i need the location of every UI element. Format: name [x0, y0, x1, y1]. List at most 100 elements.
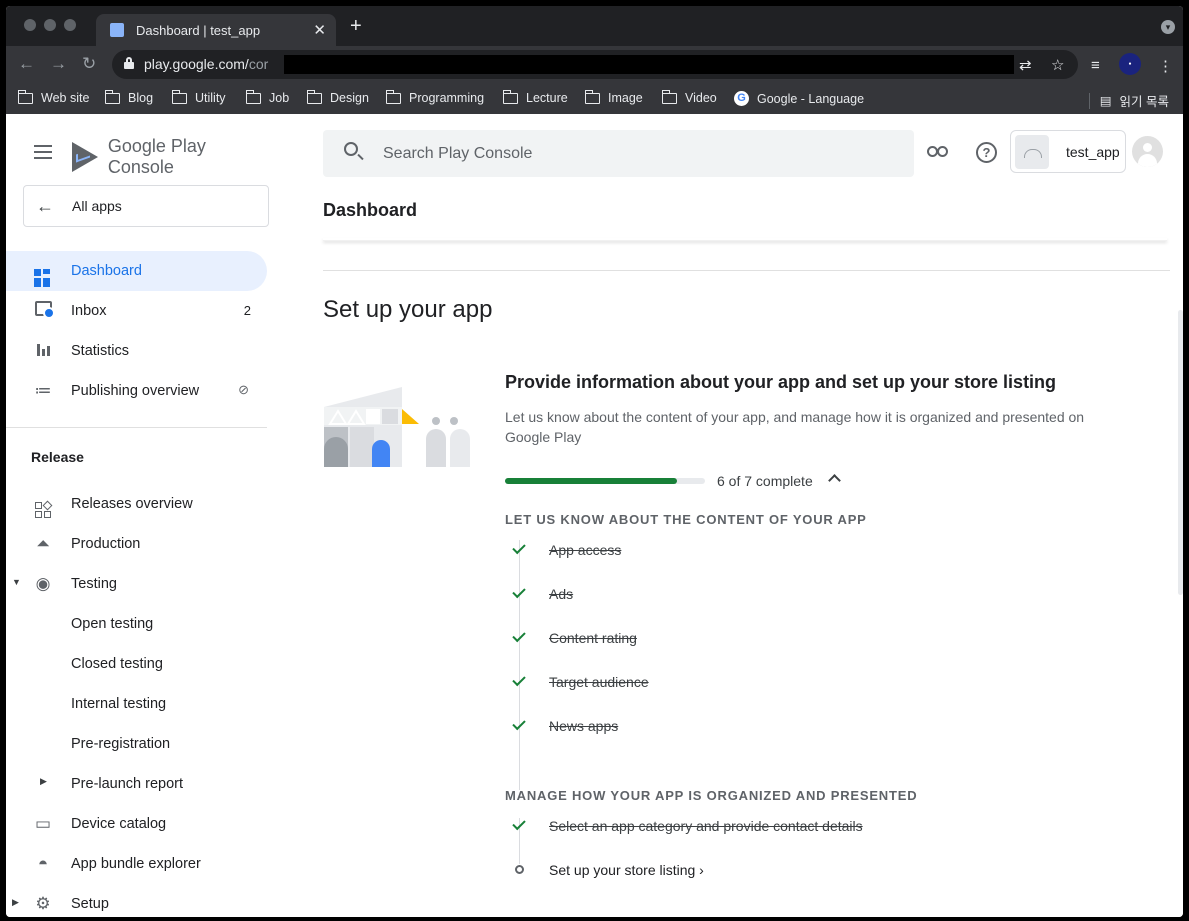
- bookmark-folder[interactable]: Blog: [104, 89, 153, 105]
- google-play-console-logo[interactable]: Google Play Console: [72, 136, 276, 178]
- page-title: Dashboard: [323, 200, 418, 220]
- browser-tab[interactable]: Dashboard | test_app ✕: [96, 14, 336, 46]
- media-control-icon[interactable]: ≡: [1091, 57, 1100, 74]
- folder-icon: [385, 89, 401, 104]
- reload-icon[interactable]: ↻: [82, 54, 96, 74]
- bookmark-folder[interactable]: Lecture: [502, 89, 568, 105]
- back-arrow-icon: ←: [36, 195, 54, 216]
- browser-toolbar: ← → ↻ play.google.com/cor ⇄ ☆ ≡ ● ⋮: [6, 46, 1183, 84]
- link-icon[interactable]: [927, 146, 948, 157]
- sidebar-item-internal-testing[interactable]: Internal testing: [6, 684, 267, 724]
- bookmark-folder[interactable]: Programming: [385, 89, 484, 105]
- bar-chart-icon: [32, 341, 54, 363]
- play-console-page: Google Play Console ← All apps Dashboard…: [6, 114, 1183, 917]
- section-divider: [323, 270, 1170, 271]
- bookmarks-bar: Web site Blog Utility Job Design Program…: [6, 84, 1183, 114]
- new-tab-button[interactable]: +: [350, 15, 362, 38]
- checkmark-icon: [512, 540, 526, 555]
- page-scrollbar[interactable]: [1178, 310, 1183, 595]
- sidebar-item-publishing-overview[interactable]: ≔ Publishing overview ⊘: [6, 371, 267, 411]
- bookmark-folder[interactable]: Design: [306, 89, 369, 105]
- content-group-heading: LET US KNOW ABOUT THE CONTENT OF YOUR AP…: [505, 512, 867, 527]
- folder-icon: [17, 89, 33, 104]
- expand-down-icon[interactable]: ▼: [12, 577, 21, 587]
- back-arrow-icon[interactable]: ←: [18, 54, 35, 74]
- hamburger-menu-icon[interactable]: [34, 145, 52, 159]
- forward-arrow-icon[interactable]: →: [50, 54, 67, 74]
- tab-close-icon[interactable]: ✕: [313, 21, 326, 39]
- sidebar-divider: [6, 427, 267, 428]
- task-timeline-line: [519, 540, 520, 790]
- task-content-rating[interactable]: Content rating: [549, 630, 637, 646]
- sidebar-item-pre-registration[interactable]: Pre-registration: [6, 724, 267, 764]
- sidebar: Google Play Console ← All apps Dashboard…: [6, 114, 276, 917]
- app-bundle-icon: ◓: [37, 854, 49, 873]
- window-close-dot[interactable]: [24, 19, 36, 31]
- expand-right-icon[interactable]: ▶: [12, 897, 19, 908]
- app-switcher-chip[interactable]: test_app: [1010, 130, 1126, 173]
- tab-search-icon[interactable]: ▾: [1161, 20, 1175, 34]
- dashboard-icon: [32, 261, 54, 287]
- managed-publishing-off-icon: ⊘: [238, 382, 249, 397]
- releases-overview-icon: [32, 494, 54, 518]
- release-heading: Release: [31, 449, 84, 465]
- search-icon: [344, 142, 358, 156]
- checkmark-icon: [512, 628, 526, 643]
- bookmark-folder[interactable]: Video: [661, 89, 717, 105]
- play-console-logo-icon: [72, 142, 98, 172]
- folder-icon: [502, 89, 518, 104]
- bookmark-folder[interactable]: Utility: [171, 89, 226, 105]
- header-shadow: [323, 238, 1167, 241]
- browser-menu-icon[interactable]: ⋮: [1158, 57, 1173, 75]
- sidebar-item-setup[interactable]: ▶ ⚙ Setup: [6, 884, 267, 917]
- task-app-access[interactable]: App access: [549, 542, 621, 558]
- url-redaction: [284, 55, 1014, 74]
- folder-icon: [171, 89, 187, 104]
- production-icon: ⏶: [36, 534, 50, 553]
- task-ads[interactable]: Ads: [549, 586, 573, 602]
- search-bar[interactable]: [323, 130, 914, 177]
- sidebar-item-pre-launch-report[interactable]: ▶ Pre-launch report: [6, 764, 267, 804]
- bookmark-google[interactable]: G Google - Language: [734, 91, 864, 106]
- sidebar-item-inbox[interactable]: Inbox 2: [6, 291, 267, 331]
- sidebar-item-open-testing[interactable]: Open testing: [6, 604, 267, 644]
- sidebar-item-device-catalog[interactable]: ▭ Device catalog: [6, 804, 267, 844]
- setup-card-title: Provide information about your app and s…: [505, 372, 1057, 392]
- translate-icon[interactable]: ⇄: [1019, 56, 1032, 74]
- bookmark-folder[interactable]: Image: [584, 89, 643, 105]
- sidebar-item-statistics[interactable]: Statistics: [6, 331, 267, 371]
- sidebar-item-testing[interactable]: ▼ ◉ Testing: [6, 564, 267, 604]
- search-input[interactable]: [383, 142, 883, 166]
- reading-list[interactable]: ▤ 읽기 목록: [1088, 91, 1169, 110]
- expand-right-icon[interactable]: ▶: [40, 776, 47, 787]
- setup-progress-bar: [505, 478, 705, 484]
- profile-avatar[interactable]: ●: [1119, 53, 1141, 75]
- sidebar-item-production[interactable]: ⏶ Production: [6, 524, 267, 564]
- bookmark-star-icon[interactable]: ☆: [1051, 56, 1064, 74]
- folder-icon: [584, 89, 600, 104]
- window-zoom-dot[interactable]: [64, 19, 76, 31]
- tab-bar: Dashboard | test_app ✕ + ▾: [6, 6, 1183, 46]
- task-target-audience[interactable]: Target audience: [549, 674, 649, 690]
- task-store-listing-link[interactable]: Set up your store listing ›: [549, 862, 704, 878]
- google-icon: G: [734, 91, 749, 106]
- account-avatar[interactable]: [1132, 136, 1163, 167]
- help-icon[interactable]: ?: [976, 142, 997, 163]
- task-app-category[interactable]: Select an app category and provide conta…: [549, 818, 863, 834]
- all-apps-button[interactable]: ← All apps: [23, 185, 269, 227]
- setup-card-description: Let us know about the content of your ap…: [505, 409, 1085, 445]
- folder-icon: [104, 89, 120, 104]
- lock-icon[interactable]: [124, 57, 134, 69]
- play-console-favicon-icon: [110, 23, 124, 37]
- sidebar-item-dashboard[interactable]: Dashboard: [6, 251, 267, 291]
- task-news-apps[interactable]: News apps: [549, 718, 618, 734]
- bookmark-folder[interactable]: Web site: [17, 89, 89, 105]
- sidebar-item-closed-testing[interactable]: Closed testing: [6, 644, 267, 684]
- address-bar[interactable]: play.google.com/cor ⇄ ☆: [112, 50, 1078, 79]
- checkmark-icon: [512, 816, 526, 831]
- sidebar-item-releases-overview[interactable]: Releases overview: [6, 484, 267, 524]
- collapse-chevron-up-icon[interactable]: [828, 474, 841, 487]
- bookmark-folder[interactable]: Job: [245, 89, 289, 105]
- sidebar-item-app-bundle-explorer[interactable]: ◓ App bundle explorer: [6, 844, 267, 884]
- window-minimize-dot[interactable]: [44, 19, 56, 31]
